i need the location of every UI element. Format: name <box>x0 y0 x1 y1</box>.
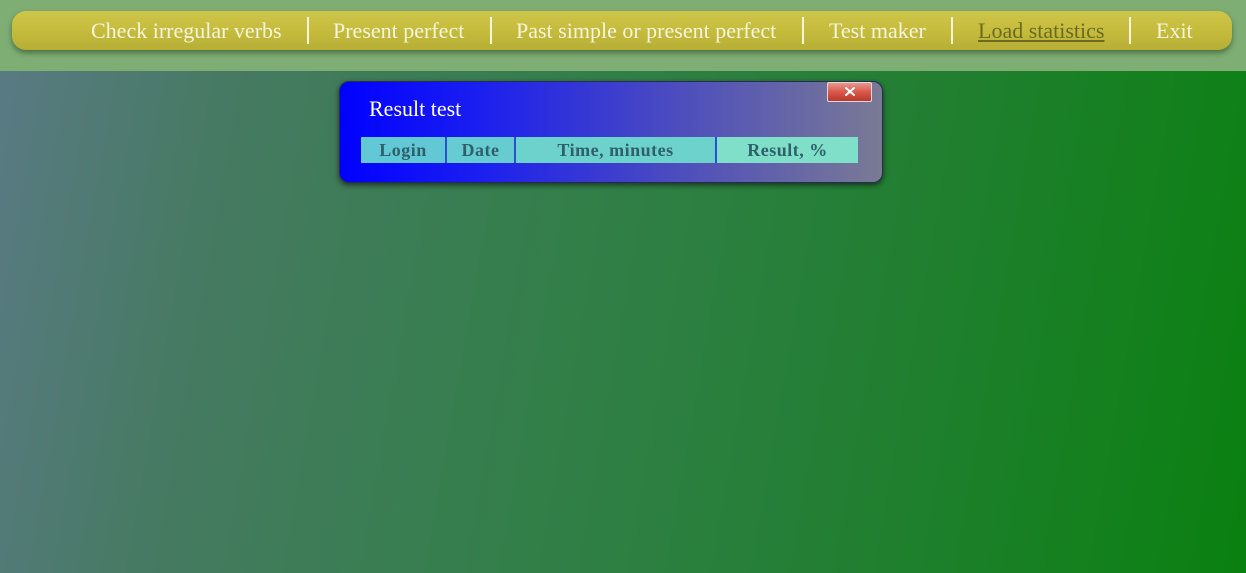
menu-item-check-irregular-verbs[interactable]: Check irregular verbs <box>91 11 282 50</box>
menu-item-load-statistics[interactable]: Load statistics <box>978 11 1104 50</box>
menu-item-test-maker[interactable]: Test maker <box>829 11 926 50</box>
close-button[interactable] <box>827 82 872 102</box>
close-icon <box>845 87 855 96</box>
main-menu-bar: Check irregular verbs Present perfect Pa… <box>12 11 1232 50</box>
results-table: Login Date Time, minutes Result, % <box>361 137 858 163</box>
menu-separator <box>802 17 804 44</box>
menu-item-present-perfect[interactable]: Present perfect <box>333 11 464 50</box>
column-header-date[interactable]: Date <box>446 137 516 163</box>
column-header-time-minutes[interactable]: Time, minutes <box>515 137 717 163</box>
table-header-row: Login Date Time, minutes Result, % <box>361 137 858 163</box>
menu-item-exit[interactable]: Exit <box>1156 11 1193 50</box>
menu-item-past-simple-or-present-perfect[interactable]: Past simple or present perfect <box>516 11 776 50</box>
menu-separator <box>490 17 492 44</box>
column-header-login[interactable]: Login <box>361 137 447 163</box>
column-header-result-percent[interactable]: Result, % <box>716 137 858 163</box>
menu-separator <box>1129 17 1131 44</box>
result-test-dialog: Result test Login Date Time, minutes Res… <box>339 81 883 183</box>
menu-separator <box>951 17 953 44</box>
dialog-title: Result test <box>369 96 462 121</box>
menu-separator <box>307 17 309 44</box>
